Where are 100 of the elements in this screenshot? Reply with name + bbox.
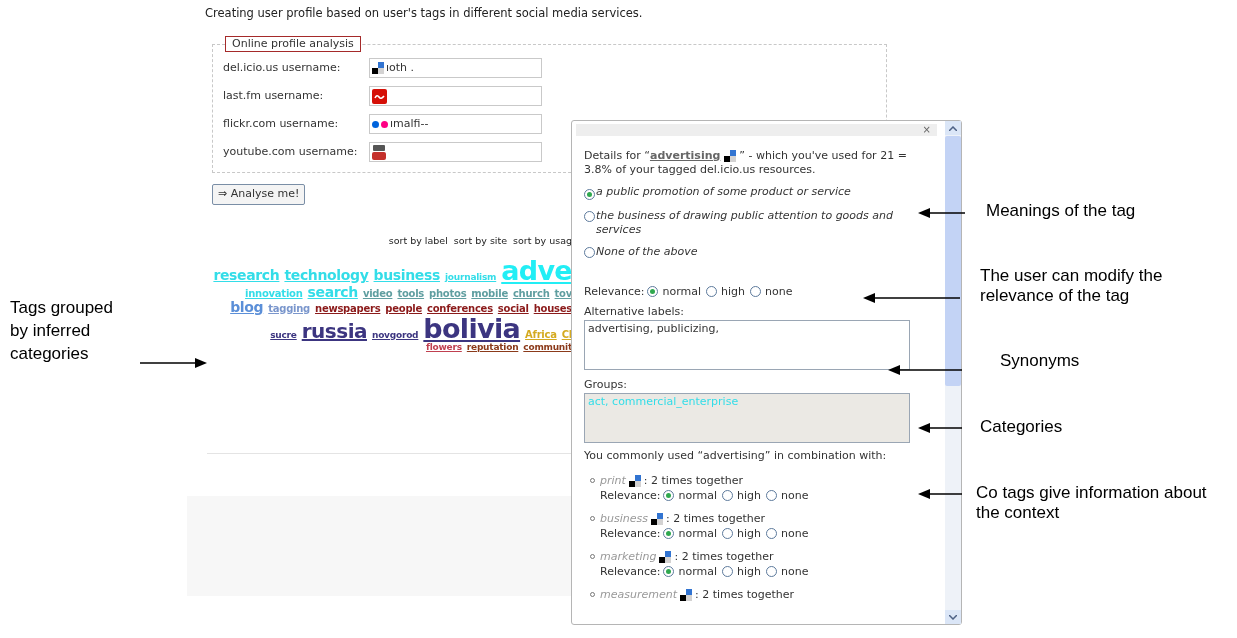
- annotation-text: The user can modify the relevance of the tag: [980, 266, 1164, 306]
- tag-link[interactable]: reputation: [466, 343, 519, 353]
- scrollbar[interactable]: [945, 121, 961, 624]
- annotation-text: Meanings of the tag: [986, 201, 1137, 221]
- co-tag-count: : 2 times together: [695, 587, 795, 602]
- squares-icon: [628, 474, 641, 487]
- input-field[interactable]: [369, 86, 542, 106]
- squares-icon: [659, 550, 672, 563]
- input-field[interactable]: [369, 142, 542, 162]
- section-legend: Online profile analysis: [225, 36, 361, 52]
- tag-link[interactable]: mobile: [471, 289, 508, 300]
- tag-link[interactable]: russia: [301, 320, 367, 342]
- squares-icon: [723, 150, 736, 162]
- option-label: high: [737, 526, 761, 541]
- relevance-label: Relevance:: [600, 526, 661, 541]
- radio-button[interactable]: [647, 286, 659, 297]
- tag-link[interactable]: communit: [523, 343, 572, 353]
- radio-button[interactable]: [584, 211, 595, 222]
- radio-button[interactable]: [706, 286, 718, 297]
- tag-link[interactable]: church: [512, 289, 550, 300]
- option-label: high: [737, 564, 761, 579]
- field-label: Groups:: [584, 378, 628, 392]
- tag-link[interactable]: newspapers: [315, 304, 381, 315]
- tag-link[interactable]: people: [385, 304, 423, 315]
- tag-link[interactable]: bolivia: [423, 314, 521, 344]
- sort-link[interactable]: sort by label: [388, 235, 448, 247]
- co-tag-count: : 2 times together: [643, 473, 743, 488]
- combination-text: You commonly used “advertising” in combination with:: [584, 449, 888, 463]
- dots-icon: [372, 120, 388, 128]
- option-label: normal: [678, 564, 718, 579]
- radio-button[interactable]: [584, 247, 595, 258]
- radio-button[interactable]: [766, 490, 777, 501]
- field-label: flickr.com username:: [223, 116, 340, 131]
- tag-link[interactable]: advertising: [649, 149, 721, 162]
- squares-icon: [680, 588, 692, 601]
- option-label: normal: [678, 488, 718, 503]
- tag-link[interactable]: tagging: [268, 304, 311, 315]
- option-label: none: [781, 488, 809, 503]
- relevance-label: Relevance:: [584, 284, 645, 299]
- squares-icon: [650, 512, 663, 525]
- tag-link[interactable]: blog: [230, 300, 264, 315]
- tag-link[interactable]: houses: [533, 304, 572, 315]
- analyse-button[interactable]: ⇒ Analyse me!: [212, 184, 306, 205]
- tag-link[interactable]: photos: [429, 289, 467, 300]
- tag-link[interactable]: conferences: [427, 304, 493, 315]
- tag-link[interactable]: flowers: [426, 343, 462, 353]
- square-logo-icon: [372, 88, 387, 104]
- option-label: normal: [662, 284, 702, 299]
- radio-button[interactable]: [663, 528, 675, 539]
- meaning-label: a public promotion of some product or service: [596, 185, 852, 199]
- meaning-label: None of the above: [596, 245, 699, 259]
- radio-button[interactable]: [722, 528, 734, 539]
- squares-icon: [372, 62, 384, 74]
- tag-link[interactable]: tools: [397, 289, 425, 300]
- field-label: youtube.com username:: [223, 144, 359, 159]
- co-tag-name: measurement: [600, 587, 677, 602]
- tag-link[interactable]: social: [497, 304, 529, 315]
- co-tag-count: : 2 times together: [674, 549, 774, 564]
- arrow: [918, 422, 962, 434]
- relevance-label: Relevance:: [600, 564, 661, 579]
- co-tag-name: business: [600, 511, 648, 526]
- input-field[interactable]: ımalfi--: [369, 114, 542, 134]
- groups-field: act, commercial_enterprise: [584, 393, 910, 443]
- radio-button[interactable]: [663, 566, 675, 577]
- option-label: none: [765, 284, 793, 299]
- field-label: last.fm username:: [223, 88, 325, 103]
- radio-button[interactable]: [663, 490, 675, 501]
- radio-button[interactable]: [766, 528, 777, 539]
- meaning-label: the business of drawing public attention to goods and services: [596, 209, 894, 237]
- radio-button[interactable]: [584, 189, 595, 200]
- close-button[interactable]: ×: [922, 125, 931, 135]
- sort-link[interactable]: sort by usag: [513, 235, 572, 247]
- relevance-label: Relevance:: [600, 488, 661, 503]
- co-tag-count: : 2 times together: [665, 511, 766, 526]
- annotation-text: Tags grouped by inferred categories: [10, 297, 115, 365]
- option-label: high: [721, 284, 745, 299]
- input-field[interactable]: ıoth .: [369, 58, 542, 78]
- alternative-labels-field[interactable]: advertising, publicizing,: [584, 320, 910, 370]
- co-tag-name: marketing: [600, 549, 657, 564]
- option-label: normal: [678, 526, 718, 541]
- option-label: high: [737, 488, 761, 503]
- tag-link[interactable]: novgorod: [372, 330, 419, 341]
- option-label: none: [781, 526, 809, 541]
- page-heading: Creating user profile based on user's tags in different social media services.: [205, 6, 644, 20]
- sort-link[interactable]: sort by site: [453, 235, 508, 247]
- radio-button[interactable]: [766, 566, 777, 577]
- tag-link[interactable]: sucre: [270, 330, 297, 341]
- radio-button[interactable]: [750, 286, 761, 297]
- co-tag-name: print: [600, 473, 626, 488]
- arrow: [140, 357, 207, 369]
- option-label: none: [781, 564, 809, 579]
- radio-button[interactable]: [722, 566, 734, 577]
- radio-button[interactable]: [722, 490, 734, 501]
- field-label: Alternative labels:: [584, 305, 685, 319]
- arrow: [918, 488, 962, 500]
- details-text: Details for “advertising ” - which you've used for 21 = 3.8% of your tagged del.icio.us resources.: [584, 149, 908, 177]
- annotation-text: Categories: [980, 417, 1064, 437]
- tag-link[interactable]: video: [362, 289, 393, 300]
- tag-link[interactable]: tov: [554, 289, 572, 300]
- arrow: [918, 207, 965, 219]
